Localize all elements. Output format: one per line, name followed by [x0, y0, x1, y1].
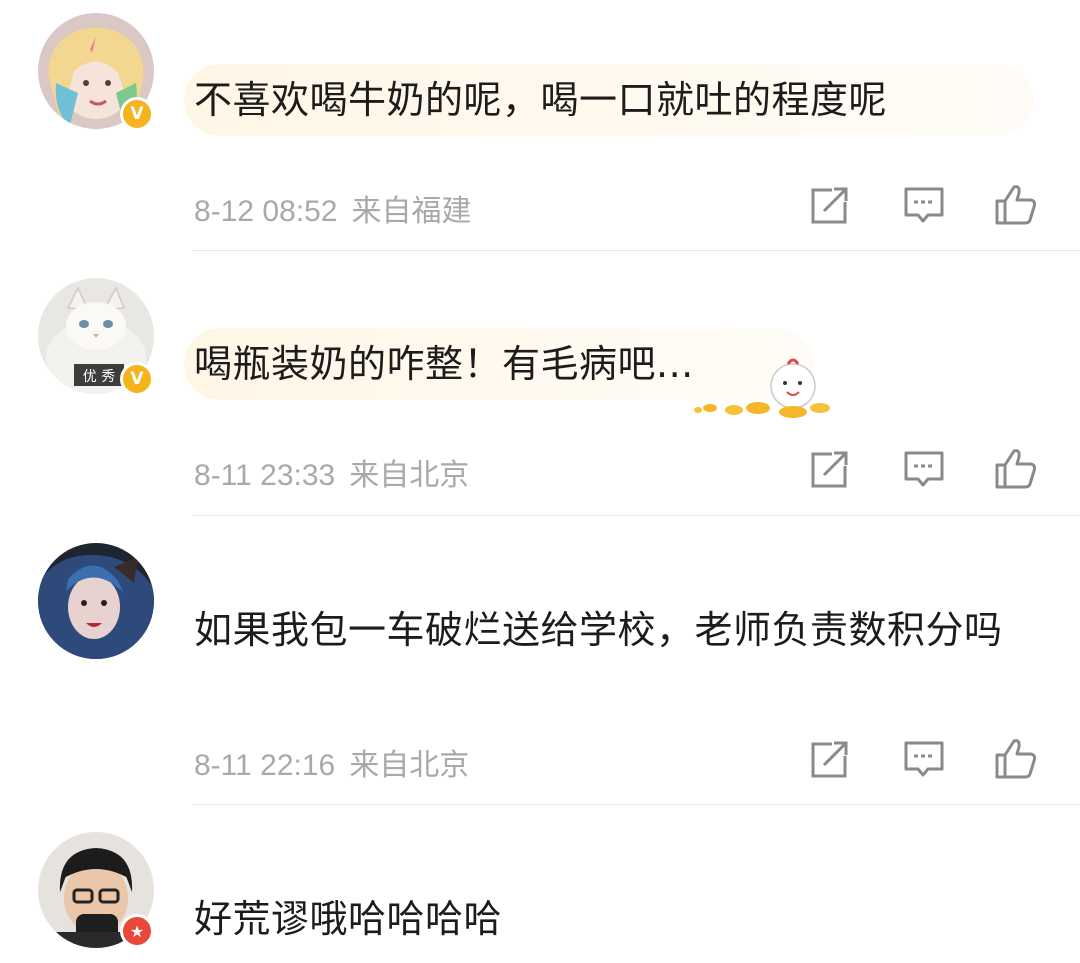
avatar[interactable]	[38, 543, 154, 659]
comment-date: 8-11 22:16	[194, 749, 336, 782]
verified-badge-icon: V	[120, 97, 154, 131]
comment-text[interactable]: 不喜欢喝牛奶的呢，喝一口就吐的程度呢	[194, 69, 1044, 131]
comment-location: 来自北京	[349, 749, 470, 782]
comment-icon	[904, 451, 944, 487]
comment-text[interactable]: 如果我包一车破烂送给学校，老师负责数积分吗	[194, 599, 1044, 661]
share-button[interactable]	[808, 737, 852, 781]
avatar-caption: 优 秀	[83, 369, 115, 385]
reply-button[interactable]	[902, 183, 946, 227]
comment-date: 8-12 08:52	[194, 195, 338, 228]
sticker-icon	[690, 356, 840, 424]
verified-badge-icon: V	[120, 362, 154, 396]
comment-icon	[904, 187, 944, 223]
like-button[interactable]	[994, 447, 1038, 491]
share-button[interactable]	[808, 183, 852, 227]
comment-meta: 8-12 08:52 来自福建	[194, 186, 485, 230]
comment-location: 来自福建	[351, 195, 472, 228]
like-button[interactable]	[994, 737, 1038, 781]
divider	[192, 804, 1080, 805]
comment-meta: 8-11 22:16 来自北京	[194, 740, 483, 784]
thumbs-up-icon	[995, 739, 1037, 779]
share-icon	[811, 450, 850, 488]
thumbs-up-icon	[995, 185, 1037, 225]
comment-location: 来自北京	[349, 459, 470, 492]
share-button[interactable]	[808, 447, 852, 491]
comment-icon	[904, 741, 944, 777]
reply-button[interactable]	[902, 737, 946, 781]
like-button[interactable]	[994, 183, 1038, 227]
comment-text[interactable]: 好荒谬哦哈哈哈哈	[194, 888, 1044, 950]
member-badge-icon: ★	[120, 914, 154, 948]
divider	[192, 515, 1080, 516]
divider	[192, 250, 1080, 251]
reply-button[interactable]	[902, 447, 946, 491]
comment-text[interactable]: 喝瓶装奶的咋整！有毛病吧...	[194, 333, 1044, 395]
share-icon	[811, 740, 850, 778]
share-icon	[811, 186, 850, 224]
thumbs-up-icon	[995, 449, 1037, 489]
comment-date: 8-11 23:33	[194, 459, 336, 492]
comment-meta: 8-11 23:33 来自北京	[194, 450, 483, 494]
